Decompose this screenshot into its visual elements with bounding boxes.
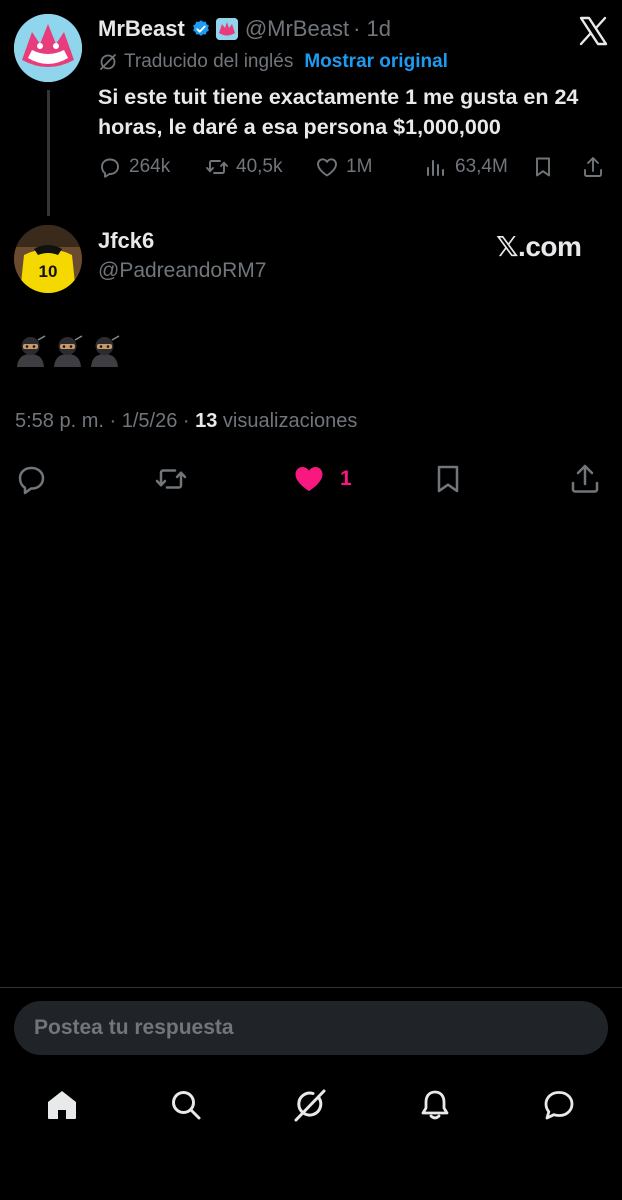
heart-icon <box>317 158 337 177</box>
translated-label: Traducido del inglés <box>124 51 294 72</box>
author-name[interactable]: MrBeast <box>98 16 185 42</box>
reply-action-bar: 1 <box>0 458 622 500</box>
ninja-emoji-icon <box>91 335 120 367</box>
notifications-icon[interactable] <box>417 1087 453 1123</box>
like-count: 1M <box>346 156 373 177</box>
svg-text:10: 10 <box>39 262 58 281</box>
tweet-metadata: 5:58 p. m. · 1/5/26 · 13 visualizaciones <box>15 410 357 433</box>
home-icon[interactable] <box>44 1087 80 1123</box>
reply-button[interactable]: 264k <box>98 152 170 182</box>
reply-like-count: 1 <box>340 467 352 490</box>
messages-icon[interactable] <box>541 1087 577 1123</box>
views-icon <box>427 160 444 176</box>
close-icon[interactable] <box>576 14 610 48</box>
search-icon[interactable] <box>168 1087 204 1123</box>
verified-badge-icon <box>192 20 209 36</box>
ninja-emoji-icon <box>17 335 46 367</box>
views-count: 13 <box>195 410 218 432</box>
ninja-emoji-icon <box>54 335 83 367</box>
bookmark-icon[interactable] <box>431 462 465 496</box>
reply-icon[interactable] <box>15 462 49 496</box>
source-label: 𝕏.com <box>496 231 582 262</box>
translate-icon <box>100 54 116 70</box>
affiliate-badge-icon <box>215 18 238 40</box>
author-handle[interactable]: @MrBeast <box>245 16 349 42</box>
thread-line <box>47 90 50 216</box>
repost-count: 40,5k <box>236 156 283 177</box>
mrbeast-avatar[interactable] <box>14 14 82 82</box>
bookmark-icon[interactable] <box>531 155 555 179</box>
reply-input-placeholder: Postea tu respuesta <box>34 1016 234 1039</box>
tweet-time: · 1d <box>353 16 391 41</box>
show-original-link[interactable]: Mostrar original <box>304 51 448 73</box>
timestamp[interactable]: 5:58 p. m. · 1/5/26 · <box>15 410 195 432</box>
divider <box>0 987 622 988</box>
heart-filled-icon[interactable] <box>292 462 326 496</box>
parent-metrics: 264k 40,5k 1M 63,4M <box>98 152 610 182</box>
like-button[interactable]: 1M <box>315 152 372 182</box>
reply-author-name[interactable]: Jfck6 <box>98 228 154 254</box>
repost-icon[interactable] <box>154 462 188 496</box>
reply-icon <box>101 158 119 178</box>
repost-button[interactable]: 40,5k <box>205 152 282 182</box>
views-count: 63,4M <box>455 156 508 177</box>
share-icon[interactable] <box>568 462 602 496</box>
reply-input[interactable]: Postea tu respuesta <box>14 1001 608 1055</box>
reply-author-avatar[interactable]: 10 <box>14 225 82 293</box>
views-button[interactable]: 63,4M <box>424 152 508 182</box>
reply-text <box>14 334 121 367</box>
parent-tweet-text: Si este tuit tiene exactamente 1 me gust… <box>98 85 579 139</box>
parent-tweet[interactable]: MrBeast @MrBeast · 1d Traducido del ingl… <box>0 0 622 216</box>
views-label: visualizaciones <box>217 410 358 432</box>
grok-icon[interactable] <box>292 1087 328 1123</box>
repost-icon <box>206 160 228 174</box>
reply-author-handle[interactable]: @PadreandoRM7 <box>98 259 266 283</box>
reply-count: 264k <box>129 156 171 177</box>
share-icon[interactable] <box>581 155 605 179</box>
